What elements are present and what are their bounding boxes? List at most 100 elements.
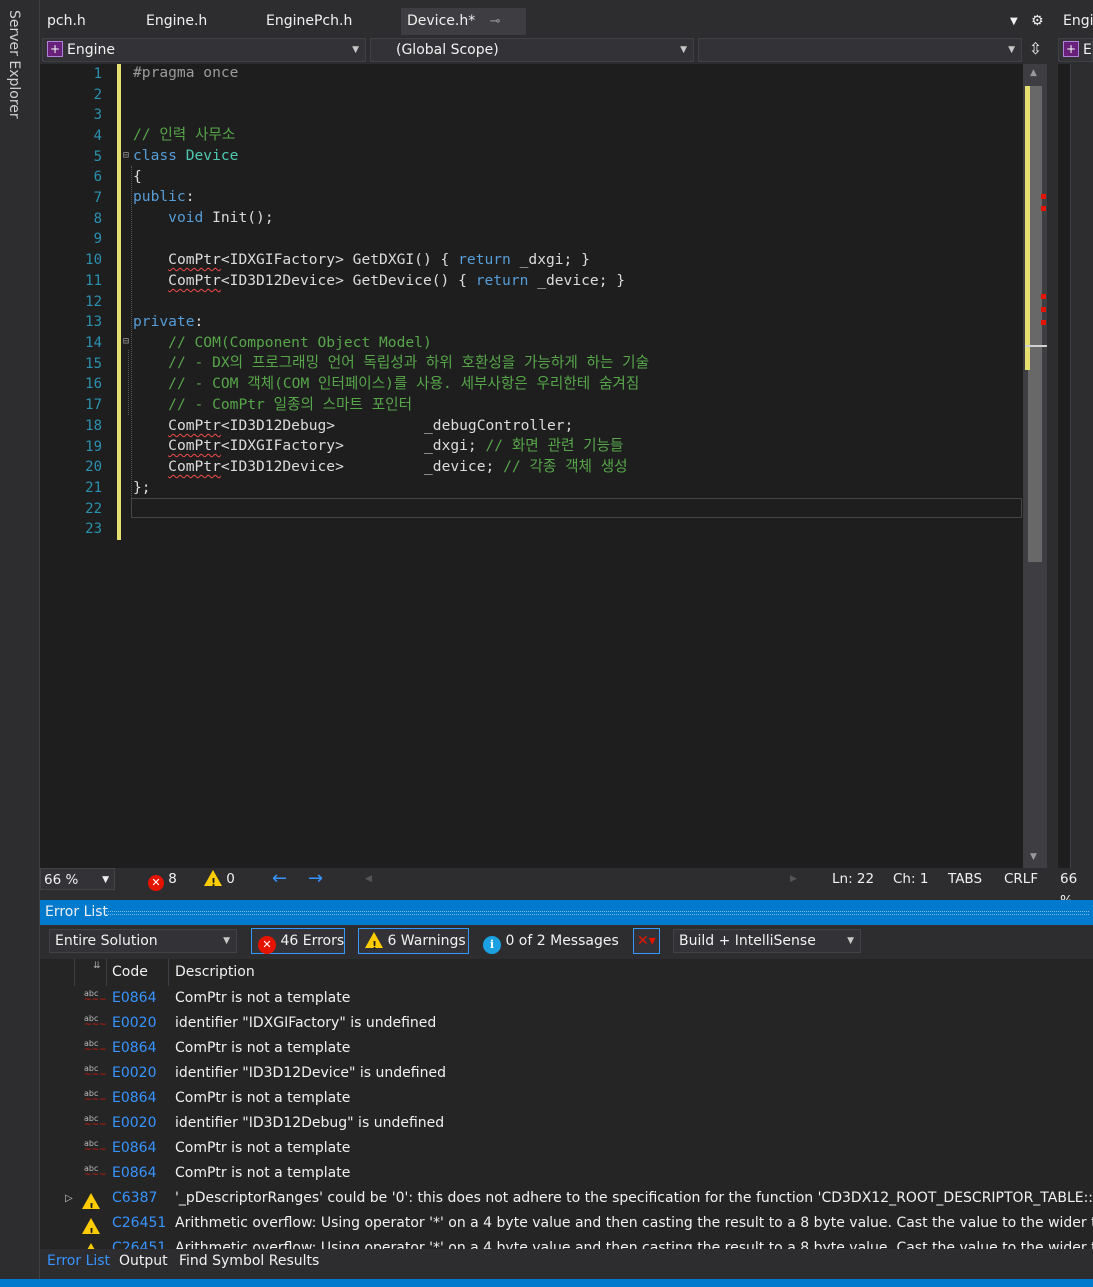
error-row[interactable]: abc ~~~ E0020 identifier "ID3D12Debug" is u… xyxy=(40,1111,1093,1136)
warning-code-link[interactable]: C6387 xyxy=(112,1186,157,1211)
scope-filter-dropdown[interactable]: Entire Solution ▼ xyxy=(49,929,237,953)
tab-right-engine[interactable]: Engi xyxy=(1057,8,1093,35)
editor-status-bar: 66 % ▼ ✕ 8 0 ← → ◀ ▶ Ln: 22 Ch: 1 TABS CR… xyxy=(40,868,1048,894)
messages-filter-button[interactable]: i 0 of 2 Messages xyxy=(476,928,620,954)
zoom-dropdown[interactable]: 66 % ▼ xyxy=(40,868,115,890)
tab-enginepch-h[interactable]: EnginePch.h xyxy=(260,8,358,35)
indent-mode[interactable]: TABS xyxy=(948,868,982,890)
hscroll-left-icon[interactable]: ◀ xyxy=(365,868,372,890)
filter-toggle-icon[interactable]: ✕▾ xyxy=(633,928,660,954)
drag-grip[interactable] xyxy=(106,911,1089,915)
collapse-icon[interactable]: ⊟ xyxy=(123,336,129,347)
code-line-17: // - ComPtr 일종의 스마트 포인터 xyxy=(133,395,412,415)
warning-row[interactable]: C26451 Arithmetic overflow: Using operato… xyxy=(40,1236,1093,1249)
line-number: 15 xyxy=(85,356,102,372)
warning-triangle-icon xyxy=(82,1240,100,1249)
line-number: 13 xyxy=(85,314,102,330)
tab-error-list[interactable]: Error List xyxy=(47,1249,110,1274)
error-row[interactable]: abc ~~~ E0864 ComPtr is not a template xyxy=(40,986,1093,1011)
keyword: public xyxy=(133,188,186,205)
arrow-left-icon[interactable]: ← xyxy=(272,868,287,890)
right-project-dropdown[interactable]: En xyxy=(1058,38,1093,62)
line-number: 17 xyxy=(85,397,102,413)
keyword: class xyxy=(133,147,177,164)
error-code-link[interactable]: E0864 xyxy=(112,1036,156,1061)
error-code-link[interactable]: E0864 xyxy=(112,1136,156,1161)
project-dropdown[interactable]: Engine ▼ xyxy=(42,38,366,62)
type-error: ComPtr xyxy=(168,251,221,268)
error-code-link[interactable]: E0020 xyxy=(112,1111,156,1136)
warning-description: Arithmetic overflow: Using operator '*' … xyxy=(175,1215,1093,1231)
warning-row[interactable]: C26451 Arithmetic overflow: Using operato… xyxy=(40,1211,1093,1236)
error-marker xyxy=(1041,307,1046,312)
keyword: return xyxy=(475,272,529,289)
project-icon xyxy=(1063,39,1079,60)
chevron-down-icon: ▼ xyxy=(352,45,359,55)
error-row[interactable]: abc ~~~ E0864 ComPtr is not a template xyxy=(40,1086,1093,1111)
line-number: 22 xyxy=(85,501,102,517)
source-filter-label: Build + IntelliSense xyxy=(679,933,816,949)
warning-triangle-icon xyxy=(204,870,222,894)
collapse-icon[interactable]: ⊟ xyxy=(123,150,129,161)
right-project-label: En xyxy=(1083,42,1092,58)
split-window-icon[interactable]: ⇳ xyxy=(1024,38,1047,62)
right-scrollbar[interactable] xyxy=(1070,64,1093,868)
tab-engine-h[interactable]: Engine.h xyxy=(140,8,213,35)
error-row[interactable]: abc ~~~ E0864 ComPtr is not a template xyxy=(40,1161,1093,1186)
hscroll-right-icon[interactable]: ▶ xyxy=(790,868,797,890)
errors-filter-button[interactable]: ✕ 46 Errors xyxy=(251,928,345,954)
error-code-link[interactable]: E0864 xyxy=(112,1161,156,1186)
error-row[interactable]: abc ~~~ E0864 ComPtr is not a template xyxy=(40,1136,1093,1161)
error-row[interactable]: abc ~~~ E0020 identifier "IDXGIFactory" is … xyxy=(40,1011,1093,1036)
tab-device-h[interactable]: Device.h* ⊸ ✕ xyxy=(401,8,526,56)
error-count[interactable]: ✕ 8 xyxy=(148,868,177,891)
tab-output[interactable]: Output xyxy=(119,1249,168,1274)
line-ending[interactable]: CRLF xyxy=(1004,868,1038,890)
scroll-down-icon[interactable]: ▼ xyxy=(1030,852,1037,862)
error-code-link[interactable]: E0020 xyxy=(112,1011,156,1036)
method-body: _dxgi; } xyxy=(510,251,590,268)
line-number: 10 xyxy=(85,252,102,268)
info-circle-icon: i xyxy=(483,936,501,954)
error-list-column-header: ⇊ Code Description xyxy=(40,959,1093,986)
pin-icon[interactable]: ⊸ xyxy=(490,14,501,29)
source-filter-dropdown[interactable]: Build + IntelliSense ▼ xyxy=(673,929,861,953)
scroll-up-icon[interactable]: ▲ xyxy=(1030,68,1037,78)
line-number: 18 xyxy=(85,418,102,434)
warning-code-link[interactable]: C26451 xyxy=(112,1236,166,1249)
warning-code-link[interactable]: C26451 xyxy=(112,1211,166,1236)
member-dropdown[interactable]: ▼ xyxy=(698,38,1022,62)
error-code-link[interactable]: E0864 xyxy=(112,986,156,1011)
tab-pch-h[interactable]: pch.h xyxy=(41,8,92,35)
warning-row[interactable]: ▷ C6387 '_pDescriptorRanges' could be '0':… xyxy=(40,1186,1093,1211)
line-number: 11 xyxy=(85,273,102,289)
code-line-6: { xyxy=(133,168,142,185)
intellisense-squiggle-icon: abc ~~~ xyxy=(84,1039,107,1055)
error-row[interactable]: abc ~~~ E0864 ComPtr is not a template xyxy=(40,1036,1093,1061)
scrollbar-thumb[interactable] xyxy=(1028,86,1042,562)
column-description[interactable]: Description xyxy=(175,959,255,986)
template-arg: <ID3D12Device> xyxy=(220,458,344,475)
arrow-right-icon[interactable]: → xyxy=(308,868,323,890)
tab-find-symbol-results[interactable]: Find Symbol Results xyxy=(179,1249,319,1274)
error-list-toolbar: Entire Solution▼ ✕ 46 Errors 6 Warnings … xyxy=(40,925,1093,959)
server-explorer-tab[interactable]: Server Explorer xyxy=(6,10,22,119)
warning-count[interactable]: 0 xyxy=(204,868,235,894)
right-zoom[interactable]: 66 % xyxy=(1058,868,1093,909)
error-list-title-bar[interactable]: Error List xyxy=(40,900,1093,925)
column-code[interactable]: Code xyxy=(112,959,148,986)
code-line-7: public: xyxy=(133,188,195,205)
scope-dropdown[interactable]: (Global Scope) ▼ xyxy=(370,38,694,62)
column-divider xyxy=(106,959,107,986)
project-icon xyxy=(47,39,63,60)
error-row[interactable]: abc ~~~ E0020 identifier "ID3D12Device" is … xyxy=(40,1061,1093,1086)
warning-description: '_pDescriptorRanges' could be '0': this … xyxy=(175,1190,1093,1206)
sort-icon[interactable]: ⇊ xyxy=(93,953,101,980)
error-code-link[interactable]: E0864 xyxy=(112,1086,156,1111)
expand-icon[interactable]: ▷ xyxy=(65,1186,73,1211)
warnings-filter-button[interactable]: 6 Warnings xyxy=(358,928,469,958)
error-marker xyxy=(1041,194,1046,199)
line-number: 23 xyxy=(85,521,102,537)
template-arg: <ID3D12Debug> xyxy=(220,417,336,434)
error-code-link[interactable]: E0020 xyxy=(112,1061,156,1086)
